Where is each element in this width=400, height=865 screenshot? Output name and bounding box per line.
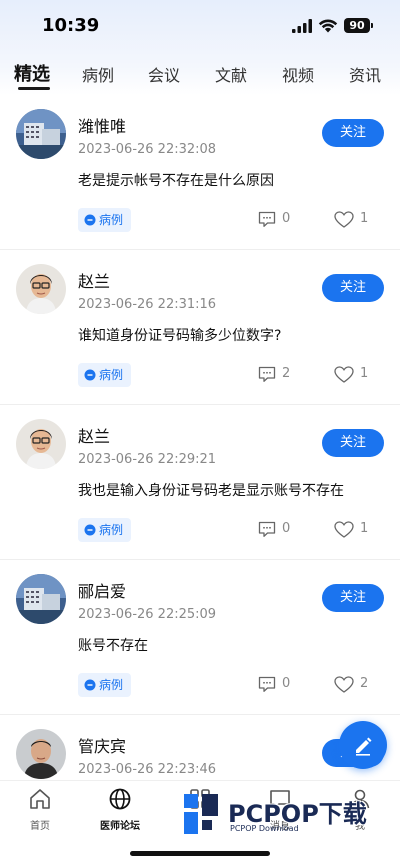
category-tag[interactable]: 病例: [78, 673, 132, 697]
post-timestamp: 2023-06-26 22:32:08: [78, 142, 217, 157]
battery-tip: [371, 23, 373, 28]
nav-forum-label: 医师论坛: [100, 821, 140, 832]
comment-count: 2: [282, 366, 291, 381]
author-name[interactable]: 郦启爱: [78, 578, 126, 602]
cellular-signal-icon: [292, 19, 312, 33]
author-name[interactable]: 赵兰: [78, 423, 110, 447]
chat-bubble-icon: [84, 214, 96, 226]
category-tag-label: 病例: [99, 678, 124, 692]
comment-icon[interactable]: [258, 211, 276, 228]
category-tag[interactable]: 病例: [78, 208, 132, 232]
like-count: 1: [360, 521, 369, 536]
person-photo-avatar-icon: [16, 264, 66, 314]
post-card[interactable]: 潍惟唯 2023-06-26 22:32:08 老是提示帐号不存在是什么原因 关…: [0, 95, 400, 250]
follow-button[interactable]: 关注: [322, 274, 384, 302]
home-indicator: [130, 851, 270, 856]
comment-icon[interactable]: [258, 366, 276, 383]
category-tag[interactable]: 病例: [78, 518, 132, 542]
status-bar: 10:39 90: [0, 0, 400, 52]
author-name[interactable]: 潍惟唯: [78, 113, 126, 137]
compose-post-button[interactable]: [339, 721, 387, 769]
heart-icon[interactable]: [334, 676, 354, 693]
category-tag-label: 病例: [99, 523, 124, 537]
category-tag-label: 病例: [99, 368, 124, 382]
post-timestamp: 2023-06-26 22:29:21: [78, 452, 217, 467]
post-card[interactable]: 郦启爱 2023-06-26 22:25:09 账号不存在 关注 病例 0 2: [0, 560, 400, 715]
nav-home-label: 首页: [30, 821, 50, 832]
battery-indicator: 90: [344, 18, 370, 33]
comment-icon[interactable]: [258, 676, 276, 693]
post-timestamp: 2023-06-26 22:25:09: [78, 607, 217, 622]
nav-home[interactable]: 首页: [0, 787, 80, 832]
avatar[interactable]: [16, 574, 66, 624]
avatar[interactable]: [16, 109, 66, 159]
post-card[interactable]: 赵兰 2023-06-26 22:31:16 谁知道身份证号码输多少位数字? 关…: [0, 250, 400, 405]
wifi-icon: [318, 19, 338, 33]
status-time: 10:39: [42, 15, 100, 36]
home-icon: [30, 789, 50, 809]
follow-button[interactable]: 关注: [322, 429, 384, 457]
post-timestamp: 2023-06-26 22:23:46: [78, 762, 217, 777]
active-tab-indicator: [18, 87, 50, 90]
follow-button[interactable]: 关注: [322, 584, 384, 612]
avatar[interactable]: [16, 419, 66, 469]
author-name[interactable]: 管庆宾: [78, 733, 126, 757]
post-feed: 潍惟唯 2023-06-26 22:32:08 老是提示帐号不存在是什么原因 关…: [0, 95, 400, 780]
hospital-building-avatar-icon: [16, 109, 66, 159]
comment-count: 0: [282, 211, 291, 226]
hospital-building-avatar-icon: [16, 574, 66, 624]
follow-button[interactable]: 关注: [322, 119, 384, 147]
post-content[interactable]: 我也是输入身份证号码老是显示账号不存在: [78, 480, 344, 500]
tab-meetings[interactable]: 会议: [148, 62, 180, 86]
pencil-icon: [356, 737, 372, 756]
post-card[interactable]: 赵兰 2023-06-26 22:29:21 我也是输入身份证号码老是显示账号不…: [0, 405, 400, 560]
person-photo-avatar-icon: [16, 419, 66, 469]
heart-icon[interactable]: [334, 521, 354, 538]
post-content[interactable]: 老是提示帐号不存在是什么原因: [78, 170, 274, 190]
watermark-subtitle: PCPOP Download: [230, 824, 299, 833]
chat-bubble-icon: [84, 369, 96, 381]
nav-forum[interactable]: 医师论坛: [80, 787, 160, 832]
chat-bubble-icon: [84, 524, 96, 536]
like-count: 2: [360, 676, 369, 691]
like-count: 1: [360, 211, 369, 226]
tab-cases[interactable]: 病例: [82, 62, 114, 86]
post-content[interactable]: 账号不存在: [78, 635, 148, 655]
comment-count: 0: [282, 676, 291, 691]
category-tag[interactable]: 病例: [78, 363, 132, 387]
avatar[interactable]: [16, 729, 66, 779]
heart-icon[interactable]: [334, 366, 354, 383]
watermark: PCPOP下载 PCPOP Download: [178, 790, 393, 840]
tab-videos[interactable]: 视频: [282, 62, 314, 86]
tab-featured[interactable]: 精选: [14, 60, 50, 86]
avatar[interactable]: [16, 264, 66, 314]
post-timestamp: 2023-06-26 22:31:16: [78, 297, 217, 312]
tab-literature[interactable]: 文献: [215, 62, 247, 86]
comment-count: 0: [282, 521, 291, 536]
heart-icon[interactable]: [334, 211, 354, 228]
person-photo-avatar-icon: [16, 729, 66, 779]
like-count: 1: [360, 366, 369, 381]
tab-news[interactable]: 资讯: [349, 62, 381, 86]
comment-icon[interactable]: [258, 521, 276, 538]
globe-icon: [109, 788, 131, 810]
category-tag-label: 病例: [99, 213, 124, 227]
watermark-logo-icon: [184, 794, 218, 834]
author-name[interactable]: 赵兰: [78, 268, 110, 292]
post-content[interactable]: 谁知道身份证号码输多少位数字?: [78, 325, 281, 345]
category-tabs: 精选 病例 会议 文献 视频 资讯: [0, 58, 400, 92]
chat-bubble-icon: [84, 679, 96, 691]
